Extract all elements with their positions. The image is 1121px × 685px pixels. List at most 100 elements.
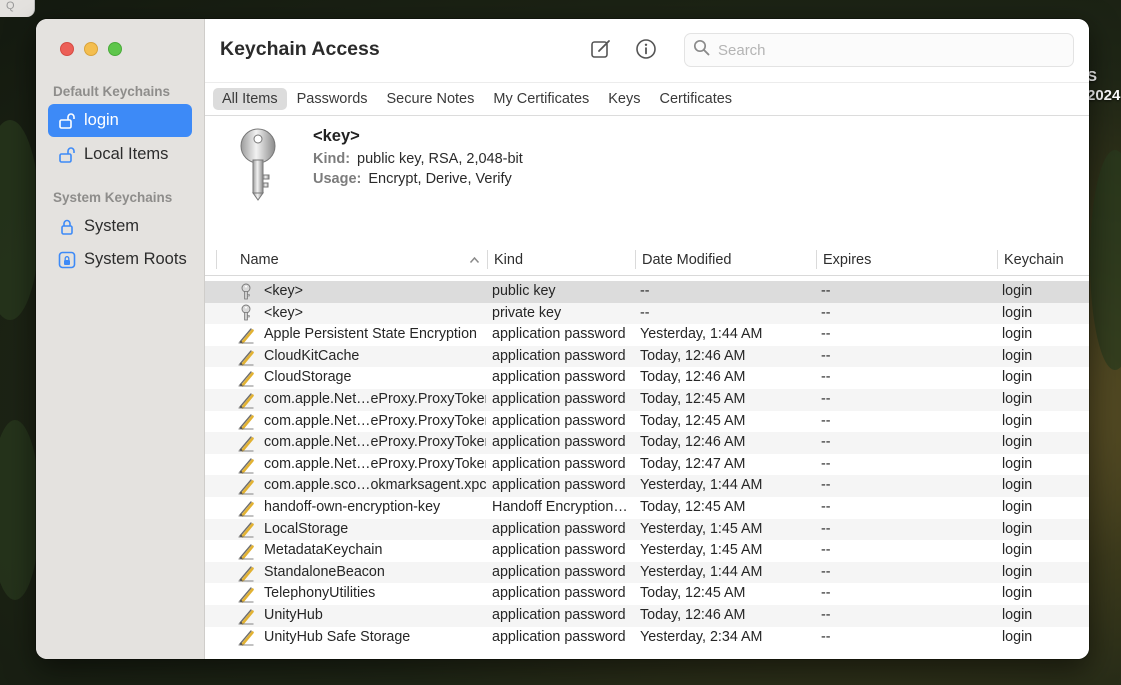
tab-secure-notes[interactable]: Secure Notes [378,88,484,110]
cell-name: MetadataKeychain [264,542,383,559]
tab-all-items[interactable]: All Items [213,88,287,110]
cell-kind: application password [492,563,626,580]
search-field[interactable] [684,33,1074,67]
item-detail-panel: <key> Kind: public key, RSA, 2,048-bit Us… [205,117,1089,242]
sidebar-section-default-keychains: Default Keychains [53,84,171,99]
cell-kind: Handoff Encryption… [492,498,628,515]
sidebar-item-label: System Roots [84,250,187,268]
detail-kind-value: public key, RSA, 2,048-bit [357,151,523,167]
search-input[interactable] [718,41,1048,59]
pencil-icon [237,367,255,389]
cell-keychain: login [1002,477,1033,494]
compose-icon[interactable] [590,38,612,60]
cell-expires: -- [821,304,831,321]
table-row[interactable]: com.apple.sco…okmarksagent.xpc applicatio… [205,475,1089,497]
sidebar-item-label: login [84,111,119,129]
info-icon[interactable] [635,38,657,60]
large-key-icon [235,127,281,208]
table-row[interactable]: <key> private key -- -- login [205,302,1089,325]
zoom-window-button[interactable] [108,42,122,56]
sidebar: Default Keychains login Local Items Syst… [36,19,205,659]
cell-keychain: login [1002,283,1033,299]
close-window-button[interactable] [60,42,74,56]
sidebar-item-login[interactable]: login [48,104,192,137]
table-row[interactable]: Apple Persistent State Encryption applica… [205,324,1089,346]
cell-date-modified: -- [640,283,650,299]
table-row[interactable]: CloudKitCache application password Today, … [205,345,1089,368]
cell-name: com.apple.Net…eProxy.ProxyToken [264,455,486,472]
table-row[interactable]: UnityHub application password Today, 12:46… [205,604,1089,627]
table-row[interactable]: LocalStorage application password Yesterda… [205,518,1089,541]
cell-date-modified: -- [640,304,650,321]
cell-expires: -- [821,542,831,559]
tab-passwords[interactable]: Passwords [288,88,377,110]
cell-name: com.apple.Net…eProxy.ProxyToken [264,390,486,407]
cell-date-modified: Yesterday, 2:34 AM [640,628,763,645]
sidebar-item-label: System [84,217,140,235]
pencil-icon [237,324,255,346]
table-row[interactable]: UnityHub Safe Storage application passwor… [205,627,1089,649]
cell-kind: application password [492,477,626,494]
pencil-icon [237,605,255,627]
cell-keychain: login [1002,412,1033,429]
cell-keychain: login [1002,326,1033,343]
sidebar-item-system[interactable]: System [48,210,192,243]
sidebar-item-system-roots[interactable]: System Roots [48,243,192,276]
table-row[interactable]: com.apple.Net…eProxy.ProxyToken applicati… [205,411,1089,433]
pencil-icon [237,562,255,584]
toolbar: Keychain Access [205,19,1089,82]
column-header-keychain[interactable]: Keychain [1004,243,1064,276]
table-row[interactable]: CloudStorage application password Today, 1… [205,367,1089,389]
table-row[interactable]: com.apple.Net…eProxy.ProxyToken applicati… [205,388,1089,411]
cell-date-modified: Today, 12:46 AM [640,606,746,623]
cell-date-modified: Today, 12:45 AM [640,585,746,602]
table-row[interactable]: handoff-own-encryption-key Handoff Encryp… [205,497,1089,519]
cell-kind: application password [492,434,626,451]
cell-expires: -- [821,369,831,386]
sidebar-item-local-items[interactable]: Local Items [48,138,192,171]
cell-kind: application password [492,455,626,472]
cell-name: <key> [264,304,303,321]
table-row[interactable]: MetadataKeychain application password Yest… [205,540,1089,562]
minimize-window-button[interactable] [84,42,98,56]
tab-certificates[interactable]: Certificates [651,88,742,110]
table-row[interactable]: com.apple.Net…eProxy.ProxyToken applicati… [205,454,1089,476]
sidebar-item-label: Local Items [84,145,169,163]
cell-name: handoff-own-encryption-key [264,498,441,515]
cell-kind: application password [492,628,626,645]
key-icon [237,303,255,325]
cell-expires: -- [821,412,831,429]
table-row[interactable]: StandaloneBeacon application password Yest… [205,561,1089,584]
wallpaper-tree [0,420,40,600]
pencil-icon [237,540,255,562]
app-title: Keychain Access [220,38,380,60]
cell-kind: application password [492,606,626,623]
column-header-name[interactable]: Name [240,243,480,276]
cell-keychain: login [1002,390,1033,407]
cell-name: CloudKitCache [264,347,360,364]
cell-kind: private key [492,304,562,321]
cell-name: UnityHub [264,606,323,623]
background-window-text: Q [6,0,15,12]
table-row[interactable]: <key> public key -- -- login [205,281,1089,303]
sidebar-section-system-keychains: System Keychains [53,190,173,205]
cell-expires: -- [821,606,831,623]
background-window: Q [0,0,35,17]
cell-expires: -- [821,347,831,364]
table-row[interactable]: com.apple.Net…eProxy.ProxyToken applicati… [205,432,1089,454]
table-row[interactable]: TelephonyUtilities application password To… [205,583,1089,605]
pencil-icon [237,432,255,454]
column-header-expires[interactable]: Expires [823,243,871,276]
column-header-kind[interactable]: Kind [494,243,523,276]
cell-name: TelephonyUtilities [264,585,376,602]
cell-name: com.apple.Net…eProxy.ProxyToken [264,434,486,451]
cell-date-modified: Today, 12:46 AM [640,369,746,386]
cell-kind: application password [492,390,626,407]
column-header-label: Name [240,251,279,268]
cell-date-modified: Yesterday, 1:45 AM [640,520,763,537]
cell-date-modified: Yesterday, 1:44 AM [640,477,763,494]
tab-my-certificates[interactable]: My Certificates [484,88,598,110]
detail-kind-label: Kind: [313,151,351,167]
column-header-date-modified[interactable]: Date Modified [642,243,731,276]
tab-keys[interactable]: Keys [599,88,649,110]
